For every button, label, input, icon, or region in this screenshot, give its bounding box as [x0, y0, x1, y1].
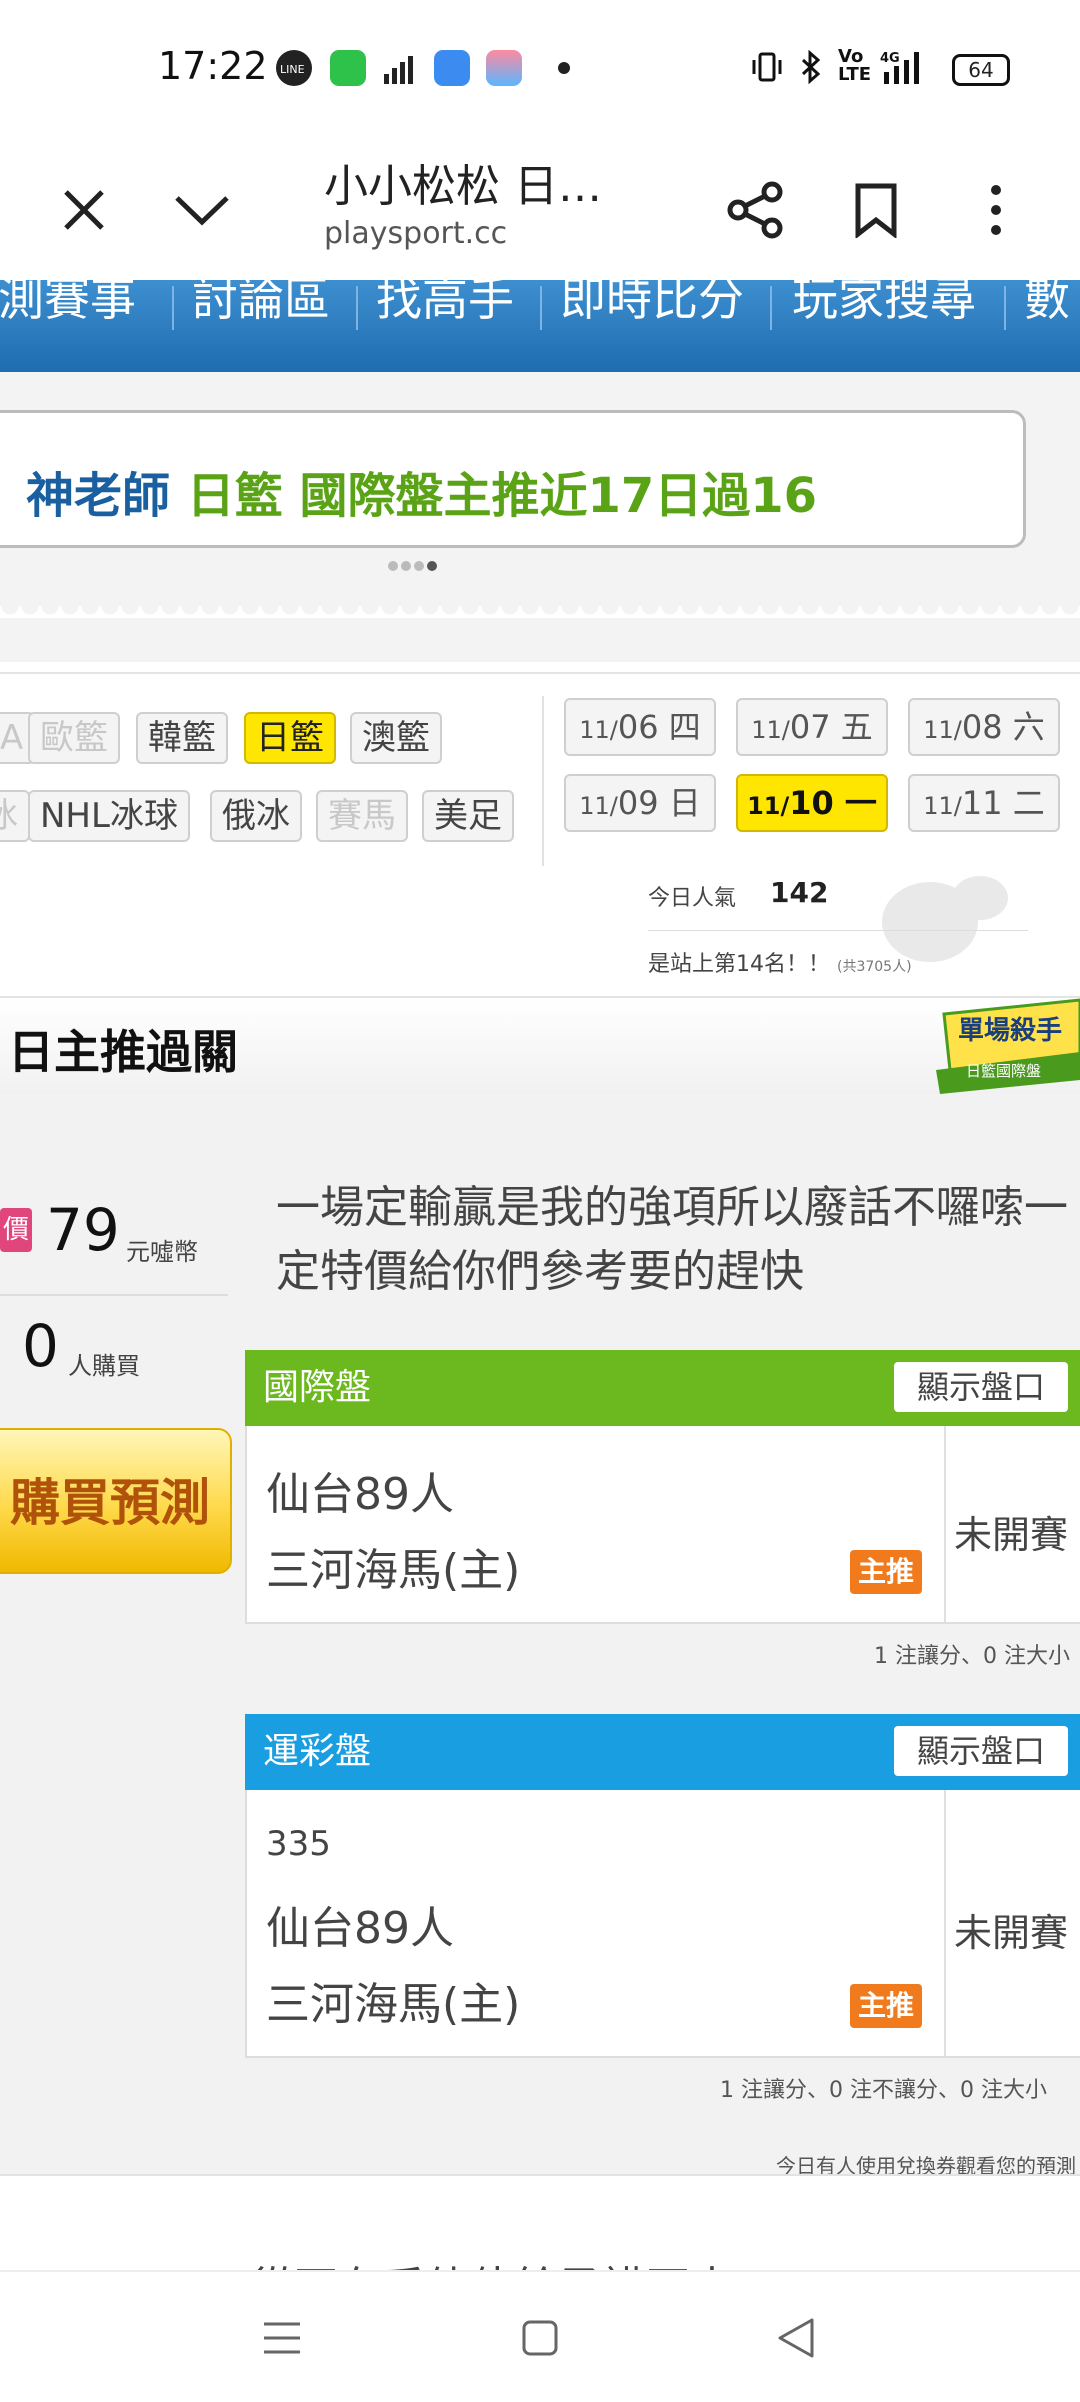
bet-count-note: 1 注讓分、0 注不讓分、0 注大小 — [720, 2078, 1047, 2103]
show-odds-button[interactable]: 顯示盤口 — [894, 1362, 1068, 1412]
buyer-unit: 人購買 — [68, 1352, 140, 1380]
column-divider — [944, 1426, 946, 1622]
bet-count-note: 1 注讓分、0 注大小 — [874, 1644, 1070, 1669]
show-odds-button[interactable]: 顯示盤口 — [894, 1726, 1068, 1776]
nav-divider — [540, 286, 542, 330]
more-options-icon[interactable] — [966, 180, 1026, 240]
banner-headline: 日籃 國際盤主推近17日過16 — [186, 468, 818, 524]
page-url[interactable]: playsport.cc — [324, 216, 507, 251]
main-pick-badge: 主推 — [850, 1550, 922, 1594]
price-unit: 元噓幣 — [126, 1238, 198, 1266]
status-bar: 17:22 LINE Vo LTE 4G 64 — [0, 0, 1080, 140]
nav-item-live-scores[interactable]: 即時比分 — [560, 280, 744, 344]
close-icon[interactable] — [54, 180, 114, 240]
panel-title: 運彩盤 — [263, 1731, 372, 1772]
popularity-rank: 是站上第14名！！ (共3705人) — [648, 952, 912, 977]
bookmark-icon[interactable] — [846, 180, 906, 240]
svg-text:4G: 4G — [880, 51, 900, 66]
buyer-count: 0 — [22, 1312, 59, 1380]
league-tag-american-football[interactable]: 美足 — [422, 790, 514, 842]
price-value: 79 — [46, 1196, 120, 1264]
prediction-description: 一場定輸贏是我的強項所以廢話不囉嗦一定特價給你們參考要的趕快 — [276, 1182, 1068, 1297]
signal-bars-icon — [382, 50, 418, 86]
nav-divider — [356, 286, 358, 330]
bluetooth-icon — [798, 49, 824, 85]
league-tag-russian-hockey[interactable]: 俄冰 — [210, 790, 302, 842]
away-team: 仙台89人 — [266, 1903, 454, 1954]
game-app-icon — [486, 50, 522, 86]
match-status: 未開賽 — [954, 1911, 1069, 1955]
banner-expert-name: 神老師 — [26, 468, 171, 524]
line-app-icon: LINE — [276, 50, 312, 86]
home-team: 三河海馬(主) — [266, 1545, 521, 1596]
filter-divider — [542, 696, 544, 866]
notification-dot-icon — [558, 62, 570, 74]
date-tab[interactable]: 11/08 六 — [908, 698, 1060, 756]
panel-header-sports-lottery: 運彩盤 顯示盤口 — [245, 1714, 1080, 1790]
column-divider — [944, 1790, 946, 2056]
messenger-app-icon — [330, 50, 366, 86]
page-title[interactable]: 小小松松 日… — [324, 150, 602, 214]
site-nav: 測賽事 討論區 找高手 即時比分 玩家搜尋 數 — [0, 280, 1080, 372]
svg-text:LINE: LINE — [280, 63, 305, 76]
away-team: 仙台89人 — [266, 1469, 454, 1520]
vibrate-icon — [752, 50, 782, 84]
divider — [648, 930, 1028, 931]
cut-off-text: 從不在乎僥倖給予講不太 — [250, 2252, 734, 2272]
wavy-divider — [0, 606, 1080, 618]
app-icon — [434, 50, 470, 86]
4g-signal-icon: 4G — [880, 48, 930, 86]
volte-icon: Vo LTE — [838, 46, 872, 85]
date-tab[interactable]: 11/06 四 — [564, 698, 716, 756]
nav-item-forum[interactable]: 討論區 — [192, 280, 330, 344]
league-tag-japan-basketball[interactable]: 日籃 — [244, 712, 336, 764]
league-tag-horse-racing[interactable]: 賽馬 — [316, 790, 408, 842]
date-tab[interactable]: 11/11 二 — [908, 774, 1060, 832]
nav-item-predictions[interactable]: 測賽事 — [0, 280, 136, 344]
nav-divider — [1004, 286, 1006, 330]
recent-apps-icon[interactable] — [262, 2318, 302, 2358]
buy-prediction-button[interactable]: 購買預測 — [0, 1428, 232, 1574]
carousel-dots[interactable] — [388, 556, 440, 575]
date-tab[interactable]: 11/09 日 — [564, 774, 716, 832]
popularity-value: 142 — [770, 876, 829, 909]
match-status: 未開賽 — [954, 1513, 1069, 1557]
main-pick-badge: 主推 — [850, 1984, 922, 2028]
nav-divider — [770, 286, 772, 330]
date-tab-active[interactable]: 11/10 一 — [736, 774, 888, 832]
next-section: 從不在乎僥倖給予講不太 — [0, 2174, 1080, 2272]
divider — [0, 1294, 228, 1296]
section-title: 日主推過關 — [8, 1025, 238, 1079]
line-number: 335 — [266, 1824, 331, 1864]
share-icon[interactable] — [726, 180, 786, 240]
battery-icon: 64 — [952, 54, 1010, 86]
home-team: 三河海馬(主) — [266, 1979, 521, 2030]
league-tag-nhl[interactable]: NHL冰球 — [28, 790, 190, 842]
league-tag-ice-hockey[interactable]: 冰 — [0, 790, 30, 842]
system-nav-bar — [0, 2270, 1080, 2402]
league-tag-euro-basketball[interactable]: 歐籃 — [28, 712, 120, 764]
nav-item-player-search[interactable]: 玩家搜尋 — [792, 280, 976, 344]
status-time: 17:22 — [158, 44, 268, 88]
home-icon[interactable] — [520, 2318, 560, 2358]
nav-item-data[interactable]: 數 — [1024, 280, 1070, 344]
date-tab[interactable]: 11/07 五 — [736, 698, 888, 756]
chevron-down-icon[interactable] — [172, 180, 232, 240]
nav-item-find-experts[interactable]: 找高手 — [376, 280, 514, 344]
price-tag-icon: 價 — [0, 1208, 32, 1252]
back-icon[interactable] — [776, 2316, 816, 2360]
panel-header-international: 國際盤 顯示盤口 — [245, 1350, 1080, 1426]
league-tag-australia-basketball[interactable]: 澳籃 — [350, 712, 442, 764]
popularity-label: 今日人氣 — [648, 886, 737, 911]
nav-divider — [172, 286, 174, 330]
banner-text[interactable]: 神老師 日籃 國際盤主推近17日過16 — [26, 456, 817, 526]
single-match-killer-badge: 單場殺手 日籃國際盤 — [930, 996, 1080, 1096]
panel-title: 國際盤 — [263, 1367, 372, 1408]
league-tag-korea-basketball[interactable]: 韓籃 — [136, 712, 228, 764]
